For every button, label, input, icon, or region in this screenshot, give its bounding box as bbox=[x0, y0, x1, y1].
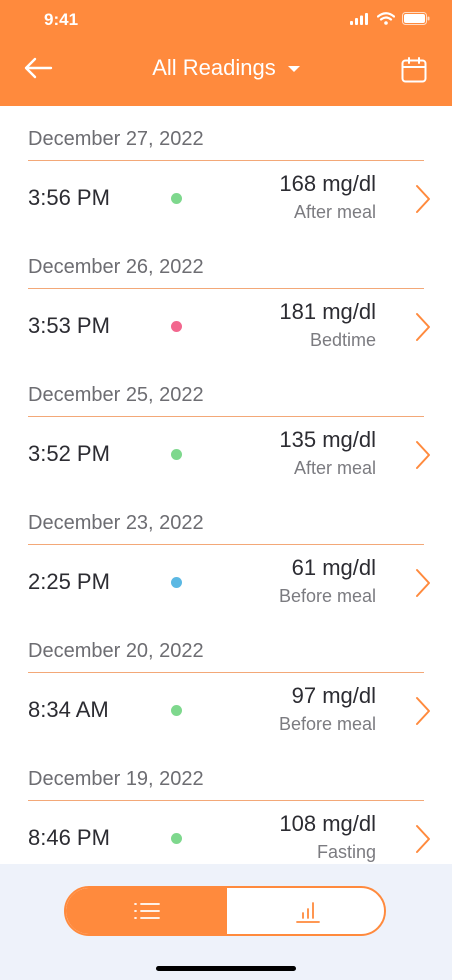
reading-row[interactable]: 2:25 PM 61 mg/dl Before meal bbox=[0, 545, 452, 618]
chevron-right-icon bbox=[416, 569, 430, 597]
reading-tag: After meal bbox=[293, 202, 376, 222]
reading-group: December 26, 2022 3:53 PM 181 mg/dl Bedtime bbox=[0, 234, 452, 362]
reading-time: 3:53 PM bbox=[28, 313, 110, 338]
status-dot bbox=[171, 321, 182, 332]
status-dot bbox=[171, 833, 182, 844]
battery-icon bbox=[402, 12, 430, 25]
chevron-right-icon bbox=[416, 825, 430, 853]
nav-bar: All Readings bbox=[0, 46, 452, 92]
reading-group: December 27, 2022 3:56 PM 168 mg/dl After m… bbox=[0, 106, 452, 234]
status-dot bbox=[171, 705, 182, 716]
reading-tag: Fasting bbox=[316, 842, 376, 862]
reading-row[interactable]: 3:53 PM 181 mg/dl Bedtime bbox=[0, 289, 452, 362]
reading-group: December 19, 2022 8:46 PM 108 mg/dl Fasting bbox=[0, 746, 452, 864]
bottom-toolbar bbox=[0, 864, 452, 980]
status-dot bbox=[171, 193, 182, 204]
reading-date: December 20, 2022 bbox=[28, 640, 204, 662]
reading-time: 8:46 PM bbox=[28, 825, 110, 850]
calendar-icon[interactable] bbox=[400, 56, 428, 84]
chevron-right-icon bbox=[416, 313, 430, 341]
readings-filter-dropdown[interactable]: All Readings bbox=[0, 55, 452, 81]
caret-down-icon bbox=[287, 66, 300, 73]
reading-tag: Before meal bbox=[278, 714, 376, 734]
reading-group: December 25, 2022 3:52 PM 135 mg/dl After m… bbox=[0, 362, 452, 490]
list-icon bbox=[133, 903, 160, 919]
reading-time: 2:25 PM bbox=[28, 569, 110, 594]
reading-value: 181 mg/dl bbox=[279, 299, 376, 324]
status-dot bbox=[171, 577, 182, 588]
reading-group: December 20, 2022 8:34 AM 97 mg/dl Before m… bbox=[0, 618, 452, 746]
bar-chart-icon bbox=[295, 902, 320, 923]
reading-value: 97 mg/dl bbox=[291, 683, 376, 708]
reading-date: December 19, 2022 bbox=[28, 768, 204, 790]
reading-row[interactable]: 8:34 AM 97 mg/dl Before meal bbox=[0, 673, 452, 746]
readings-list: December 27, 2022 3:56 PM 168 mg/dl After m… bbox=[0, 106, 452, 864]
status-time: 9:41 bbox=[44, 10, 79, 29]
view-toggle bbox=[64, 886, 386, 936]
reading-tag: Before meal bbox=[278, 586, 376, 606]
reading-date: December 23, 2022 bbox=[28, 512, 204, 534]
reading-group: December 23, 2022 2:25 PM 61 mg/dl Before m… bbox=[0, 490, 452, 618]
reading-tag: After meal bbox=[293, 458, 376, 478]
page-title: All Readings bbox=[152, 55, 276, 80]
wifi-icon bbox=[377, 12, 395, 25]
chevron-right-icon bbox=[416, 441, 430, 469]
reading-date: December 26, 2022 bbox=[28, 256, 204, 278]
reading-date: December 27, 2022 bbox=[28, 128, 204, 150]
reading-date: December 25, 2022 bbox=[28, 384, 204, 406]
reading-row[interactable]: 8:46 PM 108 mg/dl Fasting bbox=[0, 801, 452, 864]
reading-time: 8:34 AM bbox=[28, 697, 109, 722]
status-icons bbox=[350, 12, 430, 25]
reading-value: 135 mg/dl bbox=[279, 427, 376, 452]
home-indicator bbox=[156, 966, 296, 971]
list-view-button[interactable] bbox=[66, 888, 227, 934]
reading-time: 3:52 PM bbox=[28, 441, 110, 466]
chevron-right-icon bbox=[416, 697, 430, 725]
signal-icon bbox=[350, 12, 368, 25]
reading-row[interactable]: 3:52 PM 135 mg/dl After meal bbox=[0, 417, 452, 490]
reading-value: 108 mg/dl bbox=[279, 811, 376, 836]
chevron-right-icon bbox=[416, 185, 430, 213]
reading-time: 3:56 PM bbox=[28, 185, 110, 210]
reading-tag: Bedtime bbox=[309, 330, 376, 350]
app-header: 9:41 All Readings bbox=[0, 0, 452, 106]
chart-view-button[interactable] bbox=[227, 888, 384, 934]
reading-row[interactable]: 3:56 PM 168 mg/dl After meal bbox=[0, 161, 452, 234]
reading-value: 168 mg/dl bbox=[279, 171, 376, 196]
reading-value: 61 mg/dl bbox=[291, 555, 376, 580]
status-dot bbox=[171, 449, 182, 460]
